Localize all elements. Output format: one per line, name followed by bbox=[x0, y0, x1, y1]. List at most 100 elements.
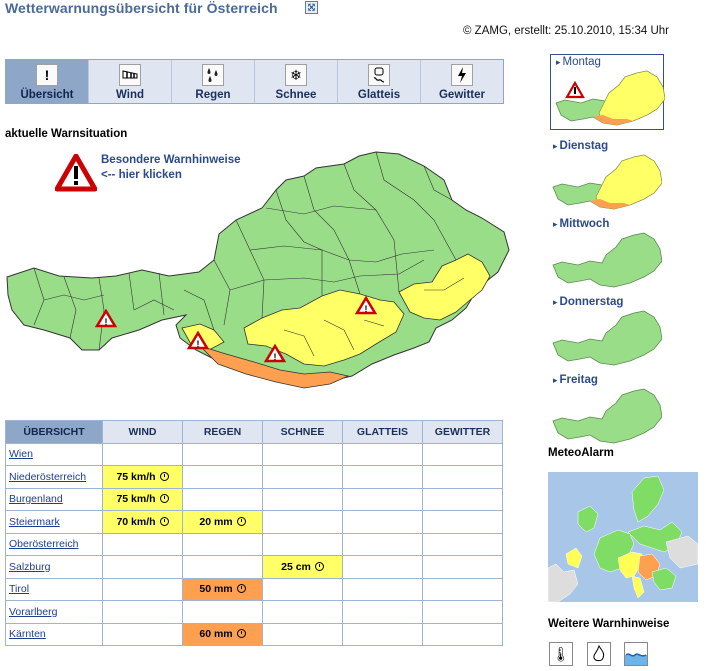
expand-icon[interactable]: ↖ ↗ ↙ ↘ bbox=[305, 1, 318, 14]
warning-cell[interactable]: 75 km/h bbox=[102, 465, 183, 489]
warning-cell[interactable]: 20 mm bbox=[182, 510, 263, 534]
svg-text:!: ! bbox=[105, 317, 108, 327]
col-header-wind[interactable]: WIND bbox=[102, 420, 183, 444]
day-label: Donnerstag bbox=[553, 296, 624, 308]
day-label: Freitag bbox=[553, 374, 598, 386]
warning-cell[interactable]: 70 km/h bbox=[102, 510, 183, 534]
warning-cell bbox=[262, 487, 343, 511]
warning-cell bbox=[342, 510, 423, 534]
warning-cell bbox=[422, 510, 503, 534]
warning-cell bbox=[342, 465, 423, 489]
warning-table: ÜBERSICHT WIND REGEN SCHNEE GLATTEIS GEW… bbox=[5, 420, 503, 646]
tab-label: Regen bbox=[195, 89, 231, 101]
tab-wind[interactable]: Wind bbox=[89, 60, 172, 103]
warning-cell bbox=[182, 600, 263, 624]
svg-text:!: ! bbox=[365, 304, 368, 314]
region-link[interactable]: Niederösterreich bbox=[9, 471, 86, 483]
svg-text:!: ! bbox=[274, 352, 277, 362]
warning-value: 75 km/h bbox=[116, 493, 156, 506]
fire-icon[interactable] bbox=[587, 642, 611, 666]
clock-icon bbox=[159, 471, 169, 481]
meteoalarm-heading: MeteoAlarm bbox=[548, 447, 614, 459]
table-row: Wien bbox=[5, 442, 503, 466]
day-label: Dienstag bbox=[553, 140, 609, 152]
region-cell: Steiermark bbox=[5, 510, 103, 534]
warning-cell bbox=[262, 465, 343, 489]
warning-cell bbox=[182, 532, 263, 556]
col-header-gewitter[interactable]: GEWITTER bbox=[422, 420, 503, 444]
warning-cell bbox=[102, 577, 183, 601]
meteoalarm-europe-map[interactable] bbox=[548, 472, 698, 602]
warning-cell bbox=[102, 442, 183, 466]
region-link[interactable]: Steiermark bbox=[9, 516, 60, 528]
svg-text:!: ! bbox=[197, 339, 200, 349]
warning-cell bbox=[102, 555, 183, 579]
table-row: Tirol 50 mm bbox=[5, 577, 503, 601]
table-row: Kärnten 60 mm bbox=[5, 622, 503, 646]
warning-cell[interactable]: 50 mm bbox=[182, 577, 263, 601]
clock-icon bbox=[159, 494, 169, 504]
clock-icon bbox=[314, 561, 324, 571]
warning-cell bbox=[422, 577, 503, 601]
col-header-schnee[interactable]: SCHNEE bbox=[262, 420, 343, 444]
warning-cell bbox=[342, 622, 423, 646]
warning-cell bbox=[262, 577, 343, 601]
region-cell: Oberösterreich bbox=[5, 532, 103, 556]
region-link[interactable]: Salzburg bbox=[9, 561, 50, 573]
warning-cell bbox=[342, 555, 423, 579]
warning-cell bbox=[422, 532, 503, 556]
col-header-glatteis[interactable]: GLATTEIS bbox=[342, 420, 423, 444]
tab-glatteis[interactable]: Glatteis bbox=[338, 60, 421, 103]
day-mittwoch[interactable]: Mittwoch bbox=[548, 217, 663, 293]
warning-cell[interactable]: 75 km/h bbox=[102, 487, 183, 511]
warning-cell[interactable]: 60 mm bbox=[182, 622, 263, 646]
warning-cell bbox=[342, 442, 423, 466]
warning-triangle-icon bbox=[565, 80, 585, 99]
warning-cell bbox=[102, 622, 183, 646]
region-link[interactable]: Wien bbox=[9, 448, 33, 460]
warning-cell bbox=[422, 622, 503, 646]
warning-value: 60 mm bbox=[199, 628, 233, 641]
warning-cell bbox=[262, 510, 343, 534]
skidding-car-icon bbox=[368, 64, 390, 86]
region-cell: Niederösterreich bbox=[5, 465, 103, 489]
warning-cell bbox=[182, 555, 263, 579]
tab-uebersicht[interactable]: ! Übersicht bbox=[6, 60, 89, 103]
warning-value: 75 km/h bbox=[116, 470, 156, 483]
region-link[interactable]: Tirol bbox=[9, 583, 29, 595]
day-freitag[interactable]: Freitag bbox=[548, 373, 663, 449]
day-montag[interactable]: Montag bbox=[550, 54, 665, 130]
day-map-thumbnail bbox=[552, 310, 662, 366]
col-header-overview[interactable]: ÜBERSICHT bbox=[5, 420, 103, 444]
table-row: Oberösterreich bbox=[5, 532, 503, 556]
warning-cell bbox=[102, 600, 183, 624]
warning-cell bbox=[342, 532, 423, 556]
region-link[interactable]: Burgenland bbox=[9, 493, 63, 505]
region-link[interactable]: Oberösterreich bbox=[9, 538, 78, 550]
windsock-icon bbox=[119, 64, 141, 86]
day-donnerstag[interactable]: Donnerstag bbox=[548, 295, 663, 371]
region-cell: Tirol bbox=[5, 577, 103, 601]
tab-label: Glatteis bbox=[357, 89, 401, 101]
warning-cell bbox=[262, 442, 343, 466]
region-link[interactable]: Vorarlberg bbox=[9, 606, 57, 618]
warning-cell[interactable]: 25 cm bbox=[262, 555, 343, 579]
tab-schnee[interactable]: ❄ Schnee bbox=[255, 60, 338, 103]
copyright-note: © ZAMG, erstellt: 25.10.2010, 15:34 Uhr bbox=[463, 25, 669, 37]
clock-icon bbox=[236, 516, 246, 526]
clock-icon bbox=[236, 584, 246, 594]
region-cell: Burgenland bbox=[5, 487, 103, 511]
flood-icon[interactable] bbox=[624, 642, 648, 666]
more-warnings-heading: Weitere Warnhinweise bbox=[548, 618, 670, 630]
thermometer-icon[interactable]: 🌡 bbox=[549, 642, 573, 666]
day-label: Mittwoch bbox=[553, 218, 610, 230]
day-dienstag[interactable]: Dienstag bbox=[548, 139, 663, 215]
tab-label: Gewitter bbox=[438, 89, 485, 101]
warning-cell bbox=[422, 465, 503, 489]
day-map-thumbnail bbox=[552, 154, 662, 210]
tab-gewitter[interactable]: Gewitter bbox=[421, 60, 503, 103]
region-link[interactable]: Kärnten bbox=[9, 628, 46, 640]
tab-regen[interactable]: Regen bbox=[172, 60, 255, 103]
lightning-icon bbox=[451, 64, 473, 86]
col-header-regen[interactable]: REGEN bbox=[182, 420, 263, 444]
